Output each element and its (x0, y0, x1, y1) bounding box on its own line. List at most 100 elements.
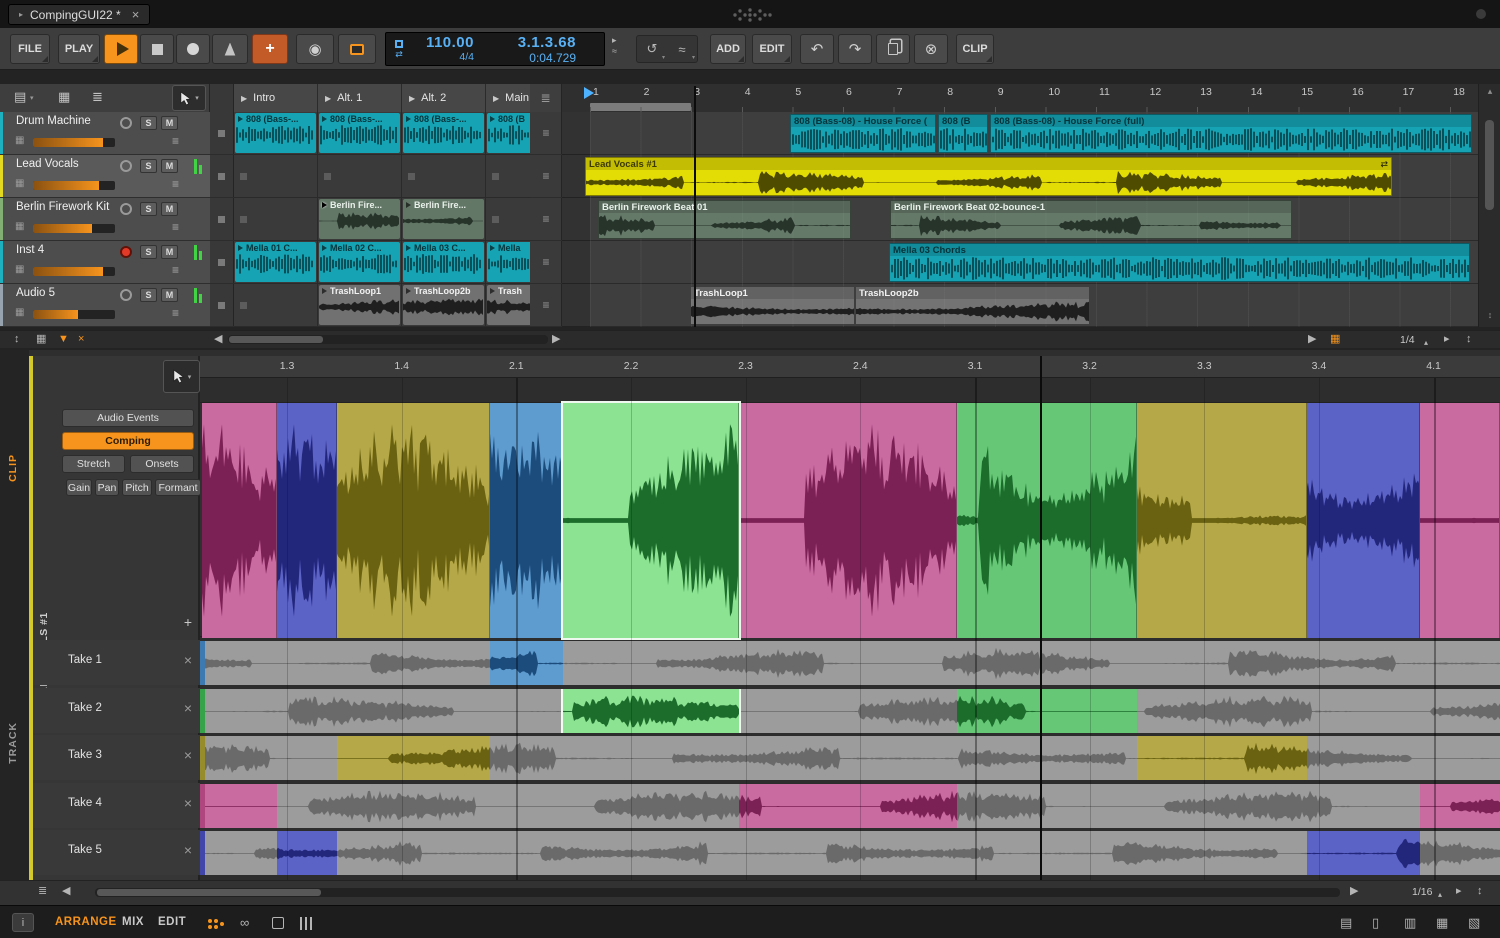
zoom-tools-icon[interactable]: ▦ (1330, 333, 1340, 346)
mix-view-tab[interactable]: MIX (122, 916, 144, 928)
delete-take-icon[interactable]: × (184, 652, 192, 668)
inspector-panel-icon[interactable]: ▯ (1372, 915, 1379, 931)
track-scene-menu[interactable]: ≡ (530, 241, 562, 284)
scrollbar-thumb[interactable] (229, 336, 323, 343)
stretch-button[interactable]: Stretch (62, 455, 125, 473)
record-mode-button[interactable] (338, 34, 376, 64)
cancel-button[interactable]: ⊗ (914, 34, 948, 64)
clip-slot[interactable]: Berlin Fire... (318, 198, 402, 241)
scene-header[interactable]: ▶Intro (234, 84, 318, 112)
arranger-clip[interactable]: 808 (Bass-08) - House Force (full) (990, 114, 1472, 153)
take-lane-2[interactable] (200, 688, 1500, 733)
audio-events-button[interactable]: Audio Events (62, 409, 194, 427)
clip-stop-button[interactable] (210, 112, 234, 155)
transport-record-button[interactable] (176, 34, 210, 64)
solo-button[interactable]: S (140, 245, 157, 259)
transport-play-button[interactable] (104, 34, 138, 64)
duplicate-button[interactable] (876, 34, 910, 64)
scene-play-icon[interactable]: ▶ (409, 94, 415, 103)
scrollbar-thumb[interactable] (1485, 120, 1494, 210)
add-take-lane-button[interactable]: + (179, 614, 197, 630)
tempo-value[interactable]: 110.00 (426, 35, 474, 50)
clip-slot[interactable] (486, 155, 530, 198)
close-launcher-icon[interactable]: × (78, 333, 84, 346)
clip-stop-button[interactable] (210, 241, 234, 284)
clip-slot[interactable] (402, 155, 486, 198)
take-lane-4[interactable] (200, 783, 1500, 828)
editor-panel-icon[interactable]: ▧ (1468, 915, 1480, 931)
clip-slot[interactable] (486, 198, 530, 241)
take-row-3[interactable]: Take 3× (33, 735, 200, 780)
add-button-orange[interactable]: + (252, 34, 288, 64)
scroll-right-icon[interactable]: ▶ (1350, 885, 1358, 898)
launcher-clip[interactable]: Mella 02 C... (319, 242, 400, 282)
clip-play-icon[interactable] (406, 245, 411, 251)
launcher-clip[interactable]: TrashLoop2b (403, 285, 484, 325)
editor-grid-setting[interactable]: 1/16 (1412, 886, 1432, 898)
mute-button[interactable]: M (161, 159, 178, 173)
clip-slot[interactable]: 808 (Bass-... (318, 112, 402, 155)
comp-segment-take-3[interactable] (337, 403, 490, 638)
editor-timeline-ruler[interactable]: 1.31.42.12.22.32.43.13.23.33.44.1 (200, 356, 1500, 378)
track-header-3[interactable]: Berlin Firework KitSM▦≡ (0, 198, 210, 241)
song-position-value[interactable]: 3.1.3.68 (518, 35, 576, 50)
clip-play-icon[interactable] (406, 116, 411, 122)
track-scope-tab[interactable]: TRACK (7, 722, 19, 764)
comp-segment-take-4[interactable] (202, 403, 277, 638)
arranger-clip[interactable]: Mella 03 Chords (889, 243, 1470, 282)
arranger-hscrollbar[interactable] (228, 335, 548, 344)
record-arm-button[interactable] (120, 117, 132, 129)
clip-slot[interactable]: Mella 01 C... (234, 241, 318, 284)
clip-slot[interactable]: 808 (Bass-... (402, 112, 486, 155)
comp-segment-take-5[interactable] (277, 403, 337, 638)
volume-slider[interactable] (33, 310, 115, 319)
edit-menu-button[interactable]: EDIT (752, 34, 792, 64)
comp-segment-take-4[interactable] (1420, 403, 1500, 638)
comp-lane[interactable] (200, 402, 1500, 637)
scene-play-icon[interactable]: ▶ (493, 94, 499, 103)
clip-slot[interactable]: 808 (Bass-... (234, 112, 318, 155)
clip-menu-button[interactable]: CLIP (956, 34, 994, 64)
info-button[interactable]: i (12, 913, 34, 932)
follow-playhead-icon[interactable]: ▼ (58, 333, 69, 346)
scrollbar-thumb[interactable] (97, 889, 321, 896)
track-scene-menu[interactable]: ≡ (530, 198, 562, 241)
launcher-clip[interactable]: Mella (487, 242, 530, 282)
scroll-left-icon[interactable]: ◀ (214, 333, 222, 346)
snap-end-icon[interactable]: ▸ (1456, 885, 1462, 898)
launcher-clip[interactable]: 808 (Bass-... (235, 113, 316, 153)
scroll-right-icon[interactable]: ▶ (1308, 333, 1316, 346)
resize-icon[interactable]: ↕ (1466, 333, 1472, 346)
clip-slot[interactable]: Mella 02 C... (318, 241, 402, 284)
track-menu-icon[interactable]: ≡ (172, 177, 179, 191)
editor-pointer-tool-button[interactable]: ▾ (163, 360, 200, 393)
launcher-clip[interactable]: 808 (B (487, 113, 530, 153)
scroll-right-icon[interactable]: ▶ (552, 333, 560, 346)
clip-play-icon[interactable] (490, 116, 495, 122)
clip-slot[interactable]: Trash (486, 284, 530, 327)
take-used-region[interactable] (337, 736, 490, 780)
device-panel-icon[interactable]: ▥ (1404, 915, 1416, 931)
volume-slider[interactable] (33, 181, 115, 190)
track-scene-menu[interactable]: ≡ (530, 155, 562, 198)
clip-slot[interactable] (234, 198, 318, 241)
gain-button[interactable]: Gain (66, 479, 92, 496)
delete-take-icon[interactable]: × (184, 842, 192, 858)
take-used-region[interactable] (957, 689, 1137, 733)
dual-display-icon[interactable] (208, 919, 212, 923)
pan-button[interactable]: Pan (95, 479, 119, 496)
mixer-panel-icon[interactable]: ▦ (1436, 915, 1448, 931)
close-project-icon[interactable]: × (132, 7, 140, 22)
layers-icon[interactable]: ≣ (38, 885, 47, 898)
editor-hscrollbar[interactable] (95, 888, 1340, 897)
zoom-caret-icon[interactable]: ▴ (1424, 336, 1428, 349)
clip-play-icon[interactable] (322, 116, 327, 122)
snap-end-icon[interactable]: ▸ (1444, 333, 1450, 346)
scroll-left-icon[interactable]: ◀ (62, 885, 70, 898)
arranger-clip[interactable]: TrashLoop2b (855, 286, 1090, 325)
overdub-mode-button[interactable]: ◉ (296, 34, 334, 64)
launcher-clip[interactable]: 808 (Bass-... (403, 113, 484, 153)
launcher-clip[interactable]: Mella 03 C... (403, 242, 484, 282)
project-tab[interactable]: ▸ CompingGUI22 * × (8, 4, 150, 25)
track-header-5[interactable]: Audio 5SM▦≡ (0, 284, 210, 327)
